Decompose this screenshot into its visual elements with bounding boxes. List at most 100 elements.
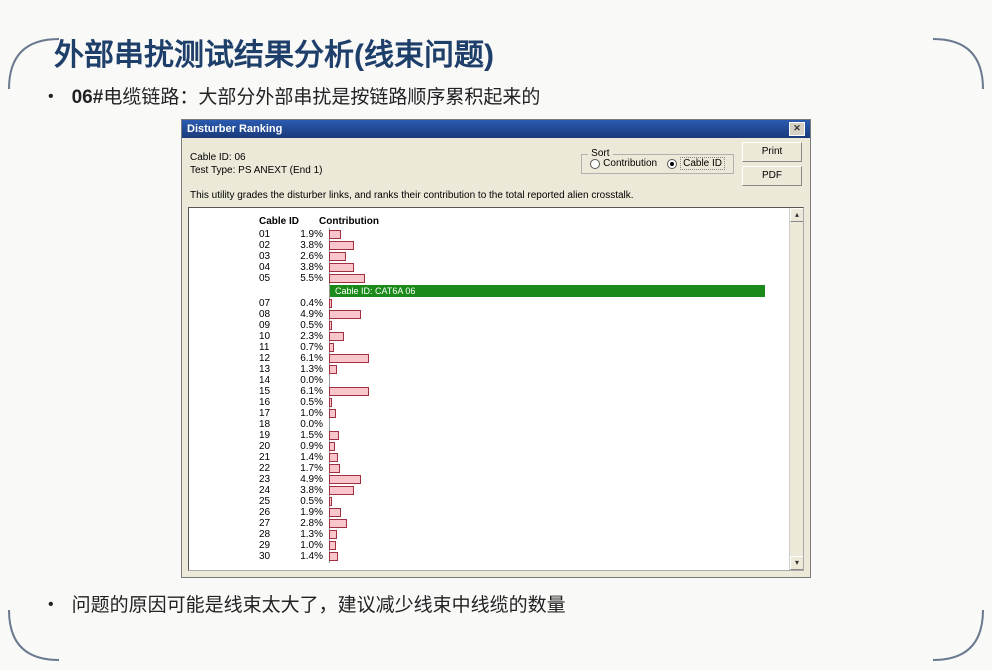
- cable-id-cell: 09: [259, 320, 289, 331]
- table-row: 140.0%: [259, 375, 785, 386]
- disturber-ranking-window: Disturber Ranking ✕ Cable ID: 06 Test Ty…: [181, 119, 811, 578]
- window-title: Disturber Ranking: [187, 123, 282, 135]
- bar-wrap: [329, 299, 785, 309]
- cable-id-cell: 15: [259, 386, 289, 397]
- bar-wrap: [329, 332, 785, 342]
- bar-wrap: [329, 343, 785, 353]
- cable-id-cell: 01: [259, 229, 289, 240]
- page-title: 外部串扰测试结果分析(线束问题): [54, 30, 992, 74]
- bullet-2-text: 问题的原因可能是线束太大了，建议减少线束中线缆的数量: [72, 590, 566, 617]
- corner-stroke-bl: [4, 605, 64, 665]
- contribution-bar: [329, 310, 361, 319]
- table-row: 126.1%: [259, 353, 785, 364]
- contribution-cell: 0.9%: [289, 441, 329, 452]
- cable-id-label: Cable ID: 06: [190, 151, 322, 164]
- contribution-cell: 1.0%: [289, 540, 329, 551]
- table-row: 234.9%: [259, 474, 785, 485]
- radio-selected-icon: [667, 159, 677, 169]
- table-row: 131.3%: [259, 364, 785, 375]
- table-row: 156.1%: [259, 386, 785, 397]
- cable-id-cell: 26: [259, 507, 289, 518]
- cable-id-cell: 25: [259, 496, 289, 507]
- scroll-up-icon[interactable]: ▴: [790, 208, 804, 222]
- contribution-bar: [329, 343, 334, 352]
- description-text: This utility grades the disturber links,…: [182, 188, 810, 205]
- contribution-bar: [329, 321, 332, 330]
- contribution-cell: 3.8%: [289, 240, 329, 251]
- cable-id-cell: 17: [259, 408, 289, 419]
- table-row: 084.9%: [259, 309, 785, 320]
- contribution-bar: [329, 365, 337, 374]
- bar-wrap: [329, 475, 785, 485]
- contribution-cell: 4.9%: [289, 309, 329, 320]
- close-button[interactable]: ✕: [789, 122, 805, 136]
- cable-id-cell: 27: [259, 518, 289, 529]
- table-row: 043.8%: [259, 262, 785, 273]
- window-titlebar[interactable]: Disturber Ranking ✕: [182, 120, 810, 138]
- contribution-bar: [329, 431, 339, 440]
- corner-stroke-br: [928, 605, 988, 665]
- table-row: 261.9%: [259, 507, 785, 518]
- sort-contribution-label: Contribution: [603, 158, 657, 169]
- table-row: 281.3%: [259, 529, 785, 540]
- radio-icon: [590, 159, 600, 169]
- contribution-bar: [329, 486, 354, 495]
- print-button[interactable]: Print: [742, 142, 802, 162]
- contribution-bar: [329, 252, 346, 261]
- table-row: 110.7%: [259, 342, 785, 353]
- contribution-cell: 1.3%: [289, 529, 329, 540]
- contribution-cell: 0.5%: [289, 320, 329, 331]
- table-row: 180.0%: [259, 419, 785, 430]
- highlight-cable-row: Cable ID: CAT6A 06: [329, 285, 765, 297]
- contribution-cell: 3.8%: [289, 485, 329, 496]
- table-row: 032.6%: [259, 251, 785, 262]
- contribution-bar: [329, 464, 340, 473]
- contribution-bar: [329, 475, 361, 484]
- contribution-bar: [329, 508, 341, 517]
- contribution-cell: 1.4%: [289, 452, 329, 463]
- contribution-bar: [329, 299, 332, 308]
- cable-id-cell: 19: [259, 430, 289, 441]
- contribution-bar: [329, 263, 354, 272]
- cable-id-cell: 07: [259, 298, 289, 309]
- contribution-bar: [329, 552, 338, 561]
- table-row: 171.0%: [259, 408, 785, 419]
- contribution-cell: 1.0%: [289, 408, 329, 419]
- cable-id-cell: 16: [259, 397, 289, 408]
- column-cable-id: Cable ID: [259, 216, 309, 227]
- bar-wrap: [329, 230, 785, 240]
- bar-wrap: [329, 497, 785, 507]
- sort-contribution-radio[interactable]: Contribution: [590, 158, 657, 169]
- contribution-bar: [329, 409, 336, 418]
- table-row: 055.5%: [259, 273, 785, 284]
- table-row: 200.9%: [259, 441, 785, 452]
- bullet-1: • 06#电缆链路：大部分外部串扰是按链路顺序累积起来的: [48, 82, 992, 109]
- pdf-button[interactable]: PDF: [742, 166, 802, 186]
- table-row: 250.5%: [259, 496, 785, 507]
- table-row: 090.5%: [259, 320, 785, 331]
- contribution-cell: 4.9%: [289, 474, 329, 485]
- chart-rows: 011.9%023.8%032.6%043.8%055.5%Cable ID: …: [259, 229, 785, 562]
- vertical-scrollbar[interactable]: ▴ ▾: [789, 208, 803, 570]
- bar-wrap: [329, 310, 785, 320]
- cable-id-cell: 28: [259, 529, 289, 540]
- scroll-down-icon[interactable]: ▾: [790, 556, 804, 570]
- contribution-cell: 2.3%: [289, 331, 329, 342]
- contribution-bar: [329, 354, 369, 363]
- contribution-cell: 1.9%: [289, 229, 329, 240]
- table-row: 243.8%: [259, 485, 785, 496]
- sort-cableid-radio[interactable]: Cable ID: [667, 157, 725, 170]
- chart-area: ▴ ▾ Cable ID Contribution 011.9%023.8%03…: [188, 207, 804, 571]
- cable-id-cell: 03: [259, 251, 289, 262]
- contribution-cell: 2.8%: [289, 518, 329, 529]
- bar-wrap: [329, 241, 785, 251]
- bar-wrap: [329, 409, 785, 419]
- cable-id-cell: 02: [259, 240, 289, 251]
- bar-wrap: [329, 508, 785, 518]
- corner-stroke-tl: [4, 34, 64, 94]
- cable-id-cell: 12: [259, 353, 289, 364]
- cable-id-cell: 22: [259, 463, 289, 474]
- bar-wrap: [329, 398, 785, 408]
- bar-wrap: [329, 453, 785, 463]
- contribution-cell: 3.8%: [289, 262, 329, 273]
